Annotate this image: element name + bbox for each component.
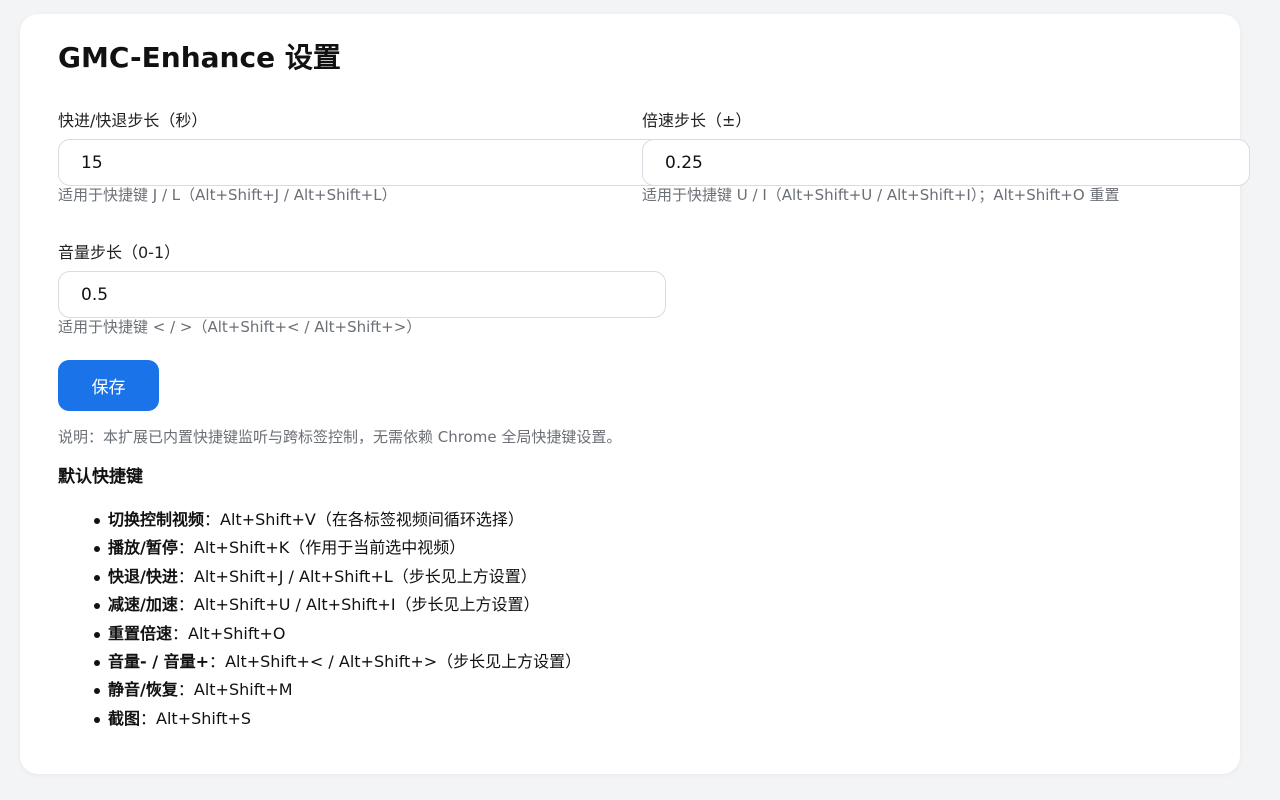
shortcut-item: 重置倍速：Alt+Shift+O bbox=[94, 622, 581, 650]
bullet-icon bbox=[94, 659, 100, 666]
shortcut-keys: Alt+Shift+V（在各标签视频间循环选择） bbox=[220, 510, 524, 529]
bullet-icon bbox=[94, 716, 100, 723]
seek-step-hint: 适用于快捷键 J / L（Alt+Shift+J / Alt+Shift+L） bbox=[58, 186, 397, 204]
volume-step-label: 音量步长（0-1） bbox=[58, 243, 181, 262]
shortcut-separator: ： bbox=[177, 566, 194, 586]
shortcut-name: 重置倍速 bbox=[108, 623, 173, 643]
shortcut-name: 播放/暂停 bbox=[108, 538, 178, 558]
settings-card: GMC-Enhance 设置 快进/快退步长（秒） 适用于快捷键 J / L（A… bbox=[20, 14, 1250, 774]
shortcut-keys: Alt+Shift+U / Alt+Shift+I（步长见上方设置） bbox=[193, 595, 540, 615]
shortcut-keys: Alt+Shift+O bbox=[188, 623, 286, 643]
bullet-icon bbox=[94, 518, 100, 524]
shortcuts-heading: 默认快捷键 bbox=[58, 467, 143, 487]
bullet-icon bbox=[94, 574, 100, 581]
bullet-icon bbox=[94, 631, 100, 638]
speed-step-label: 倍速步长（±） bbox=[642, 111, 752, 130]
shortcut-item: 截图：Alt+Shift+S bbox=[94, 707, 581, 735]
seek-step-input[interactable] bbox=[58, 139, 666, 186]
save-button[interactable]: 保存 bbox=[58, 360, 159, 411]
shortcut-name: 音量- / 音量+ bbox=[108, 651, 210, 671]
speed-step-hint: 适用于快捷键 U / I（Alt+Shift+U / Alt+Shift+I）；… bbox=[642, 186, 1120, 204]
shortcut-item: 快退/快进：Alt+Shift+J / Alt+Shift+L（步长见上方设置） bbox=[94, 565, 581, 593]
shortcut-separator: ： bbox=[177, 538, 194, 558]
bullet-icon bbox=[94, 546, 100, 553]
shortcut-separator: ： bbox=[172, 623, 189, 643]
shortcut-keys: Alt+Shift+S bbox=[156, 708, 252, 728]
shortcut-name: 静音/恢复 bbox=[108, 680, 178, 700]
shortcut-item: 音量- / 音量+：Alt+Shift+< / Alt+Shift+>（步长见上… bbox=[94, 650, 582, 678]
shortcut-item: 切换控制视频：Alt+Shift+V（在各标签视频间循环选择） bbox=[94, 508, 581, 536]
shortcut-separator: ： bbox=[177, 595, 194, 615]
bullet-icon bbox=[94, 603, 100, 610]
shortcut-name: 减速/加速 bbox=[108, 595, 178, 615]
shortcut-keys: Alt+Shift+K（作用于当前选中视频） bbox=[193, 538, 466, 558]
speed-step-input[interactable] bbox=[642, 139, 1250, 186]
shortcut-keys: Alt+Shift+M bbox=[193, 680, 293, 700]
shortcut-separator: ： bbox=[140, 708, 157, 728]
shortcut-separator: ： bbox=[177, 680, 194, 700]
shortcut-name: 快退/快进 bbox=[108, 566, 178, 586]
info-note: 说明：本扩展已内置快捷键监听与跨标签控制，无需依赖 Chrome 全局快捷键设置… bbox=[58, 428, 622, 446]
bullet-icon bbox=[94, 688, 100, 695]
shortcut-keys: Alt+Shift+J / Alt+Shift+L（步长见上方设置） bbox=[193, 566, 537, 586]
shortcut-name: 切换控制视频 bbox=[108, 510, 205, 529]
volume-step-hint: 适用于快捷键 < / >（Alt+Shift+< / Alt+Shift+>） bbox=[58, 318, 422, 336]
shortcut-item: 静音/恢复：Alt+Shift+M bbox=[94, 678, 581, 706]
shortcut-list: 切换控制视频：Alt+Shift+V（在各标签视频间循环选择） 播放/暂停：Al… bbox=[94, 508, 582, 735]
shortcut-item: 减速/加速：Alt+Shift+U / Alt+Shift+I（步长见上方设置） bbox=[94, 593, 581, 621]
seek-step-label: 快进/快退步长（秒） bbox=[58, 111, 208, 130]
shortcut-item: 播放/暂停：Alt+Shift+K（作用于当前选中视频） bbox=[94, 536, 581, 564]
shortcut-keys: Alt+Shift+< / Alt+Shift+>（步长见上方设置） bbox=[225, 651, 582, 671]
shortcut-separator: ： bbox=[209, 651, 226, 671]
volume-step-input[interactable] bbox=[58, 271, 666, 318]
shortcut-name: 截图 bbox=[108, 708, 141, 728]
shortcut-separator: ： bbox=[204, 510, 221, 529]
page-title: GMC-Enhance 设置 bbox=[58, 41, 341, 74]
